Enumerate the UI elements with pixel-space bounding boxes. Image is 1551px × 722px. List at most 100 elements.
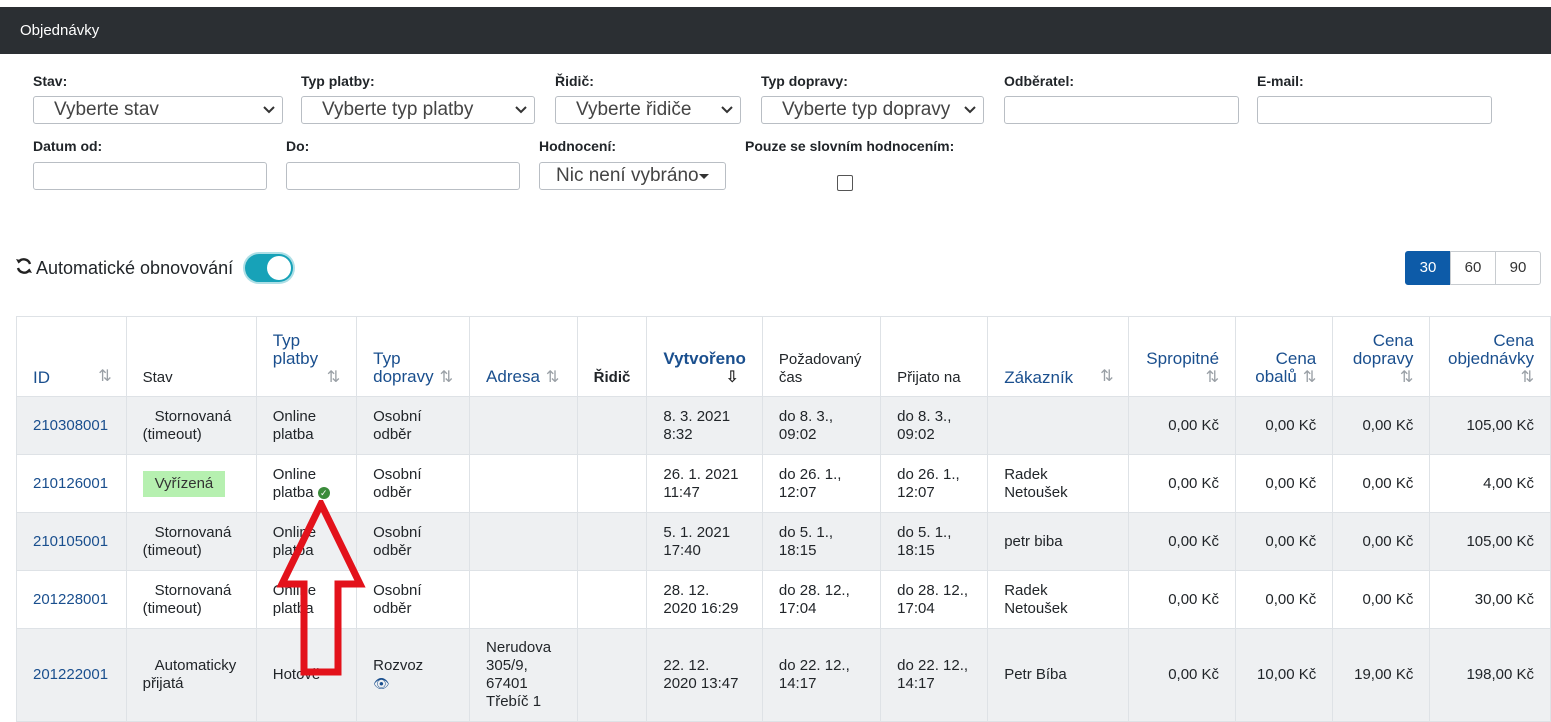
stav-label: Stav: (33, 73, 68, 89)
col-spropitne[interactable]: Spropitné ⇅ (1127, 316, 1237, 397)
slovni-checkbox[interactable] (837, 175, 853, 191)
address-cell: Nerudova 305/9, 67401 Třebíč 1 (469, 628, 578, 722)
caret-down-icon (699, 174, 709, 179)
delivery-text: Rozvoz (373, 657, 424, 674)
table-row[interactable]: 201222001 Automaticky přijatá Hotově Roz… (16, 628, 1551, 722)
order-id-cell[interactable]: 201222001 (16, 628, 127, 722)
sort-icon: ⇅ (326, 369, 341, 386)
col-typ-platby-label: Typ platby (272, 331, 319, 368)
col-stav: Stav (125, 316, 257, 397)
created-cell: 22. 12. 2020 13:47 (646, 628, 763, 722)
toggle-knob (267, 256, 291, 280)
odberatel-input[interactable] (1004, 96, 1239, 124)
driver-cell (576, 570, 648, 629)
payment-text: Online platba (272, 465, 317, 501)
accepted-cell: do 28. 12., 17:04 (880, 570, 989, 629)
status-text: Stornovaná (timeout) (142, 523, 232, 559)
col-cena-dopravy[interactable]: Cena dopravy ⇅ (1332, 316, 1431, 397)
packaging-price-cell: 0,00 Kč (1235, 396, 1334, 455)
typ-platby-select[interactable]: Vyberte typ platby (301, 96, 535, 124)
do-label: Do: (286, 138, 310, 154)
typ-platby-select-value: Vyberte typ platby (322, 99, 474, 120)
driver-cell (576, 628, 648, 722)
col-pozadovany-cas-label: Požadovaný čas (778, 351, 862, 386)
col-typ-dopravy[interactable]: Typ dopravy ⇅ (356, 316, 471, 397)
order-id-cell[interactable]: 210105001 (16, 512, 127, 571)
delivery-price-cell: 0,00 Kč (1332, 570, 1431, 629)
tip-cell: 0,00 Kč (1127, 512, 1237, 571)
page-size-group: 30 60 90 (1405, 251, 1541, 285)
col-cena-obalu[interactable]: Cena obalů ⇅ (1235, 316, 1334, 397)
email-label: E-mail: (1257, 73, 1304, 89)
packaging-price-cell: 10,00 Kč (1235, 628, 1334, 722)
order-price-cell: 4,00 Kč (1429, 454, 1551, 513)
col-id[interactable]: ID ⇅ (16, 316, 127, 397)
driver-cell (576, 396, 648, 455)
order-id-cell[interactable]: 210308001 (16, 396, 127, 455)
stav-select[interactable]: Vyberte stav (33, 96, 283, 124)
packaging-price-cell: 0,00 Kč (1235, 512, 1334, 571)
chevron-down-icon (964, 106, 976, 114)
address-cell (469, 454, 578, 513)
annotation-arrow-icon (276, 500, 366, 676)
address-cell (469, 396, 578, 455)
accepted-cell: do 26. 1., 12:07 (880, 454, 989, 513)
typ-dopravy-label: Typ dopravy: (761, 73, 848, 89)
datum-od-input[interactable] (33, 162, 267, 190)
table-row[interactable]: 201228001 Stornovaná (timeout) Online pl… (16, 570, 1551, 629)
order-id-cell[interactable]: 210126001 (16, 454, 127, 513)
col-adresa-label: Adresa (486, 367, 540, 386)
email-input[interactable] (1257, 96, 1492, 124)
sort-icon: ⇅ (1205, 369, 1220, 386)
do-input[interactable] (286, 162, 520, 190)
col-cena-objednavky[interactable]: Cena objednávky ⇅ (1429, 316, 1551, 397)
table-row[interactable]: 210105001 Stornovaná (timeout) Online pl… (16, 512, 1551, 571)
order-id-cell[interactable]: 201228001 (16, 570, 127, 629)
customer-cell (987, 396, 1129, 455)
order-price-cell: 105,00 Kč (1429, 512, 1551, 571)
table-row[interactable]: 210308001 Stornovaná (timeout) Online pl… (16, 396, 1551, 455)
status-cell: Stornovaná (timeout) (125, 396, 257, 455)
col-prijato-na-label: Přijato na (897, 369, 961, 386)
table-row[interactable]: 210126001 Vyřízená Online platba ✓ Osobn… (16, 454, 1551, 513)
status-text: Stornovaná (timeout) (142, 407, 232, 443)
order-id-link[interactable]: 210105001 (33, 533, 108, 550)
col-adresa[interactable]: Adresa ⇅ (469, 316, 578, 397)
ridic-select[interactable]: Vyberte řidiče (555, 96, 741, 124)
sort-icon: ⇅ (98, 368, 112, 385)
top-strip (0, 0, 1551, 7)
customer-cell: petr biba (987, 512, 1129, 571)
col-vytvoreno[interactable]: Vytvořeno ⇩ (646, 316, 763, 397)
odberatel-label: Odběratel: (1004, 73, 1075, 89)
status-text: Stornovaná (timeout) (142, 581, 232, 617)
order-id-link[interactable]: 210126001 (33, 475, 108, 492)
tip-cell: 0,00 Kč (1127, 396, 1237, 455)
hodnoceni-select[interactable]: Nic není vybráno (539, 162, 726, 190)
auto-refresh-toggle[interactable] (245, 254, 293, 282)
col-typ-platby[interactable]: Typ platby ⇅ (255, 316, 358, 397)
chevron-down-icon (263, 106, 275, 114)
typ-dopravy-select[interactable]: Vyberte typ dopravy (761, 96, 984, 124)
col-typ-dopravy-label: Typ dopravy (373, 349, 434, 386)
customer-cell: Radek Netoušek (987, 570, 1129, 629)
order-id-link[interactable]: 201228001 (33, 591, 108, 608)
requested-time-cell: do 28. 12., 17:04 (761, 570, 882, 629)
ridic-label: Řidič: (555, 73, 594, 89)
driver-cell (576, 512, 648, 571)
page-size-60[interactable]: 60 (1450, 251, 1496, 285)
order-id-link[interactable]: 201222001 (33, 666, 108, 683)
status-cell: Automaticky přijatá (125, 628, 257, 722)
order-price-cell: 198,00 Kč (1429, 628, 1551, 722)
delivery-cell: Osobní odběr (356, 570, 471, 629)
col-prijato-na: Přijato na (880, 316, 989, 397)
eye-icon[interactable]: 👁 (373, 676, 390, 691)
check-circle-icon: ✓ (317, 486, 330, 499)
order-id-link[interactable]: 210308001 (33, 417, 108, 434)
sort-icon: ⇅ (439, 369, 454, 386)
col-zakaznik[interactable]: Zákazník ⇅ (987, 316, 1129, 397)
page-size-90[interactable]: 90 (1495, 251, 1541, 285)
payment-cell: Online platba (255, 396, 358, 455)
delivery-price-cell: 0,00 Kč (1332, 454, 1431, 513)
page-size-30[interactable]: 30 (1405, 251, 1451, 285)
delivery-cell: Osobní odběr (356, 512, 471, 571)
